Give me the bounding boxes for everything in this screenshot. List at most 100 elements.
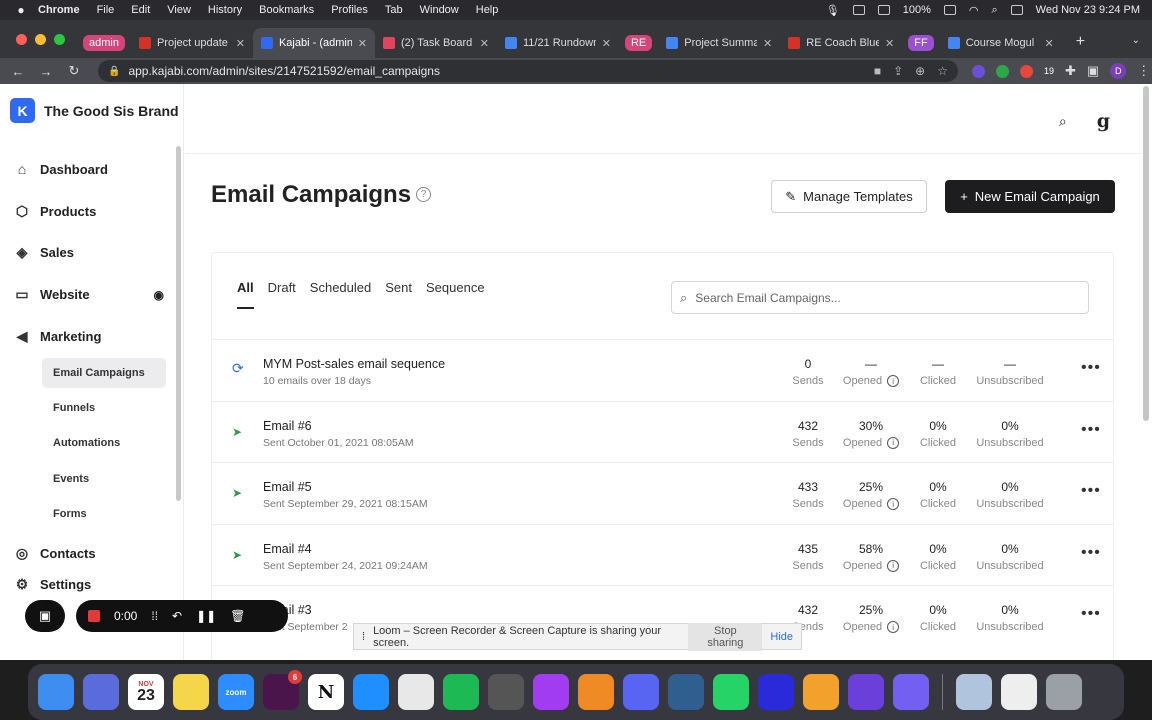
close-tab-icon[interactable]: ✕	[602, 37, 611, 50]
brand[interactable]: K The Good Sis Brand	[10, 98, 179, 123]
sidebar-subitem-forms[interactable]: Forms	[42, 499, 166, 529]
tab-sent[interactable]: Sent	[385, 280, 412, 304]
messenger-icon[interactable]	[533, 674, 569, 710]
extension-icon[interactable]	[1020, 64, 1033, 78]
campaign-name[interactable]: Email #6	[263, 419, 312, 433]
menu-history[interactable]: History	[208, 4, 242, 16]
close-tab-icon[interactable]: ✕	[236, 37, 245, 50]
browser-tab[interactable]: RE Coach Blue ✕	[780, 28, 902, 58]
spotlight-icon[interactable]: ⌕	[991, 4, 997, 17]
browser-tab[interactable]: Project update ✕	[131, 28, 253, 58]
camera-icon[interactable]: ■	[874, 64, 881, 78]
podcasts-icon[interactable]	[758, 674, 794, 710]
hide-button[interactable]: Hide	[770, 631, 793, 643]
restart-icon[interactable]: ↶	[172, 609, 182, 623]
preview-icon[interactable]	[956, 674, 992, 710]
record-stop-icon[interactable]	[88, 610, 100, 622]
chrome-menu-icon[interactable]: ⋮	[1137, 63, 1150, 79]
status-icon[interactable]	[852, 5, 865, 15]
safari-icon[interactable]	[353, 674, 389, 710]
grammarly-icon[interactable]	[996, 64, 1009, 78]
garageband-icon[interactable]	[803, 674, 839, 710]
calculator-icon[interactable]	[488, 674, 524, 710]
menu-window[interactable]: Window	[420, 4, 459, 16]
browser-tab-active[interactable]: Kajabi - (admin) ✕	[252, 28, 375, 58]
share-icon[interactable]: ⇪	[893, 64, 903, 78]
trash-icon[interactable]: 🗑	[230, 609, 245, 623]
new-email-campaign-button[interactable]: + New Email Campaign	[945, 180, 1115, 213]
viber-icon[interactable]	[893, 674, 929, 710]
menu-help[interactable]: Help	[476, 4, 499, 16]
info-icon[interactable]: i	[887, 498, 900, 510]
notion-icon[interactable]: N	[308, 674, 344, 710]
table-row[interactable]: ➤ Email #5 Sent September 29, 2021 08:15AM…	[212, 463, 1113, 524]
table-row[interactable]: ➤ Email #4 Sent September 24, 2021 09:24AM…	[212, 525, 1113, 586]
avatar[interactable]: g	[1097, 110, 1110, 132]
table-row[interactable]: ➤ Email #6 Sent October 01, 2021 08:05AM 43…	[212, 402, 1113, 463]
info-icon[interactable]: i	[887, 375, 900, 387]
wifi-icon[interactable]: ◠	[969, 4, 979, 17]
profile-avatar[interactable]: D	[1110, 63, 1127, 79]
page-scrollbar[interactable]	[1143, 86, 1149, 421]
clock[interactable]: Wed Nov 23 9:24 PM	[1036, 4, 1140, 16]
lock-icon[interactable]: 🔒	[108, 66, 120, 77]
menu-edit[interactable]: Edit	[131, 4, 150, 16]
campaign-name[interactable]: MYM Post-sales email sequence	[263, 357, 445, 371]
puzzle-icon[interactable]: ✚	[1065, 63, 1076, 79]
spotify-icon[interactable]	[443, 674, 479, 710]
search-input[interactable]	[695, 290, 1080, 305]
more-options-icon[interactable]: •••	[1081, 421, 1101, 439]
tab-group-ff[interactable]: FF	[902, 28, 939, 58]
maximize-window-button[interactable]	[54, 34, 65, 45]
launchpad-icon[interactable]	[83, 674, 119, 710]
menu-profiles[interactable]: Profiles	[331, 4, 368, 16]
menu-bookmarks[interactable]: Bookmarks	[259, 4, 314, 16]
sidebar-scrollbar[interactable]	[176, 146, 181, 501]
sidebar-subitem-email-campaigns[interactable]: Email Campaigns	[42, 358, 166, 388]
apple-icon[interactable]: ●	[14, 3, 28, 17]
sidebar-subitem-funnels[interactable]: Funnels	[42, 393, 166, 423]
tab-scheduled[interactable]: Scheduled	[310, 280, 371, 304]
tab-draft[interactable]: Draft	[268, 280, 296, 304]
slack-icon[interactable]: 6	[263, 670, 302, 710]
chrome-icon[interactable]	[398, 674, 434, 710]
sidebar-item-products[interactable]: ⬡ Products	[14, 203, 164, 220]
new-tab-icon[interactable]: +	[1076, 33, 1085, 51]
more-options-icon[interactable]: •••	[1081, 605, 1101, 623]
loom-camera-button[interactable]: ▣	[25, 600, 65, 632]
address-bar[interactable]: 🔒 app.kajabi.com/admin/sites/2147521592/…	[98, 60, 958, 82]
imovie-icon[interactable]	[848, 674, 884, 710]
more-options-icon[interactable]: •••	[1081, 359, 1101, 377]
more-options-icon[interactable]: •••	[1081, 482, 1101, 500]
close-tab-icon[interactable]: ✕	[885, 37, 894, 50]
discord-icon[interactable]	[623, 674, 659, 710]
zoom-icon[interactable]: zoom	[218, 674, 254, 710]
search-icon[interactable]: ⌕	[1059, 113, 1067, 130]
browser-tab[interactable]: Course Mogul ✕	[940, 28, 1062, 58]
info-icon[interactable]: i	[887, 436, 900, 449]
stop-sharing-button[interactable]: Stop sharing	[688, 622, 763, 651]
drag-handle-icon[interactable]: ⁞	[362, 631, 365, 643]
close-tab-icon[interactable]: ✕	[480, 37, 489, 50]
tab-group-admin[interactable]: admin	[77, 28, 131, 58]
battery-percent[interactable]: 100%	[903, 4, 931, 16]
back-icon[interactable]: ←	[8, 64, 28, 79]
pause-icon[interactable]: ❚❚	[196, 609, 216, 623]
bookmark-star-icon[interactable]: ☆	[937, 64, 948, 78]
sidebar-item-marketing[interactable]: ◀ Marketing	[14, 328, 164, 345]
document-icon[interactable]	[1001, 674, 1037, 710]
sidebar-item-contacts[interactable]: ◎ Contacts	[14, 545, 164, 562]
control-center-icon[interactable]	[1010, 5, 1023, 15]
sidebar-subitem-events[interactable]: Events	[42, 464, 166, 494]
zoom-icon[interactable]: ⊕	[915, 64, 925, 78]
close-window-button[interactable]	[16, 34, 27, 45]
menu-file[interactable]: File	[97, 4, 115, 16]
eye-icon[interactable]: ◉	[154, 288, 164, 302]
campaign-name[interactable]: Email #5	[263, 480, 312, 494]
more-options-icon[interactable]: •••	[1081, 544, 1101, 562]
whatsapp-icon[interactable]	[713, 674, 749, 710]
sidebar-item-sales[interactable]: ◈ Sales	[14, 244, 164, 261]
help-icon[interactable]: ?	[416, 187, 431, 202]
close-tab-icon[interactable]: ✕	[763, 37, 772, 50]
reload-icon[interactable]: ↻	[64, 63, 84, 79]
